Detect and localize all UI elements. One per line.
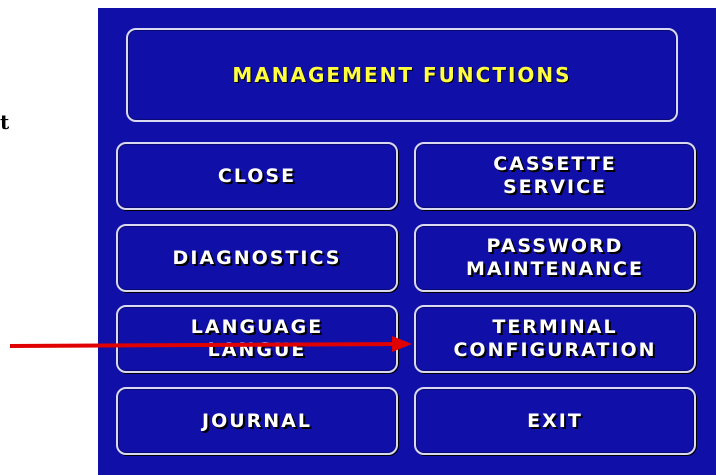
diagnostics-button-label: DIAGNOSTICS (172, 246, 342, 269)
journal-button[interactable]: JOURNAL (116, 387, 398, 455)
password-maintenance-label-line2: MAINTENANCE (466, 258, 644, 280)
title-panel: MANAGEMENT FUNCTIONS (126, 28, 678, 122)
language-label-line1: LANGUAGE (190, 316, 324, 338)
terminal-configuration-label-line2: CONFIGURATION (453, 339, 657, 361)
close-button[interactable]: CLOSE (116, 142, 398, 210)
terminal-configuration-label-line1: TERMINAL (492, 316, 618, 338)
terminal-configuration-button[interactable]: TERMINAL CONFIGURATION (414, 305, 696, 373)
journal-button-label: JOURNAL (202, 409, 312, 432)
page-title: MANAGEMENT FUNCTIONS (232, 63, 572, 87)
side-text-fragment: t (0, 110, 10, 134)
exit-button[interactable]: EXIT (414, 387, 696, 455)
cassette-service-button[interactable]: CASSETTE SERVICE (414, 142, 696, 210)
password-maintenance-button[interactable]: PASSWORD MAINTENANCE (414, 224, 696, 292)
password-maintenance-label-line1: PASSWORD (486, 235, 624, 257)
language-label-line2: LANGUE (207, 339, 307, 361)
cassette-service-label-line1: CASSETTE (493, 153, 617, 175)
atm-screen: MANAGEMENT FUNCTIONS CLOSE CASSETTE SERV… (98, 8, 716, 475)
language-button[interactable]: LANGUAGE LANGUE (116, 305, 398, 373)
cassette-service-label-line2: SERVICE (503, 176, 607, 198)
diagnostics-button[interactable]: DIAGNOSTICS (116, 224, 398, 292)
close-button-label: CLOSE (217, 164, 297, 187)
exit-button-label: EXIT (527, 409, 583, 432)
